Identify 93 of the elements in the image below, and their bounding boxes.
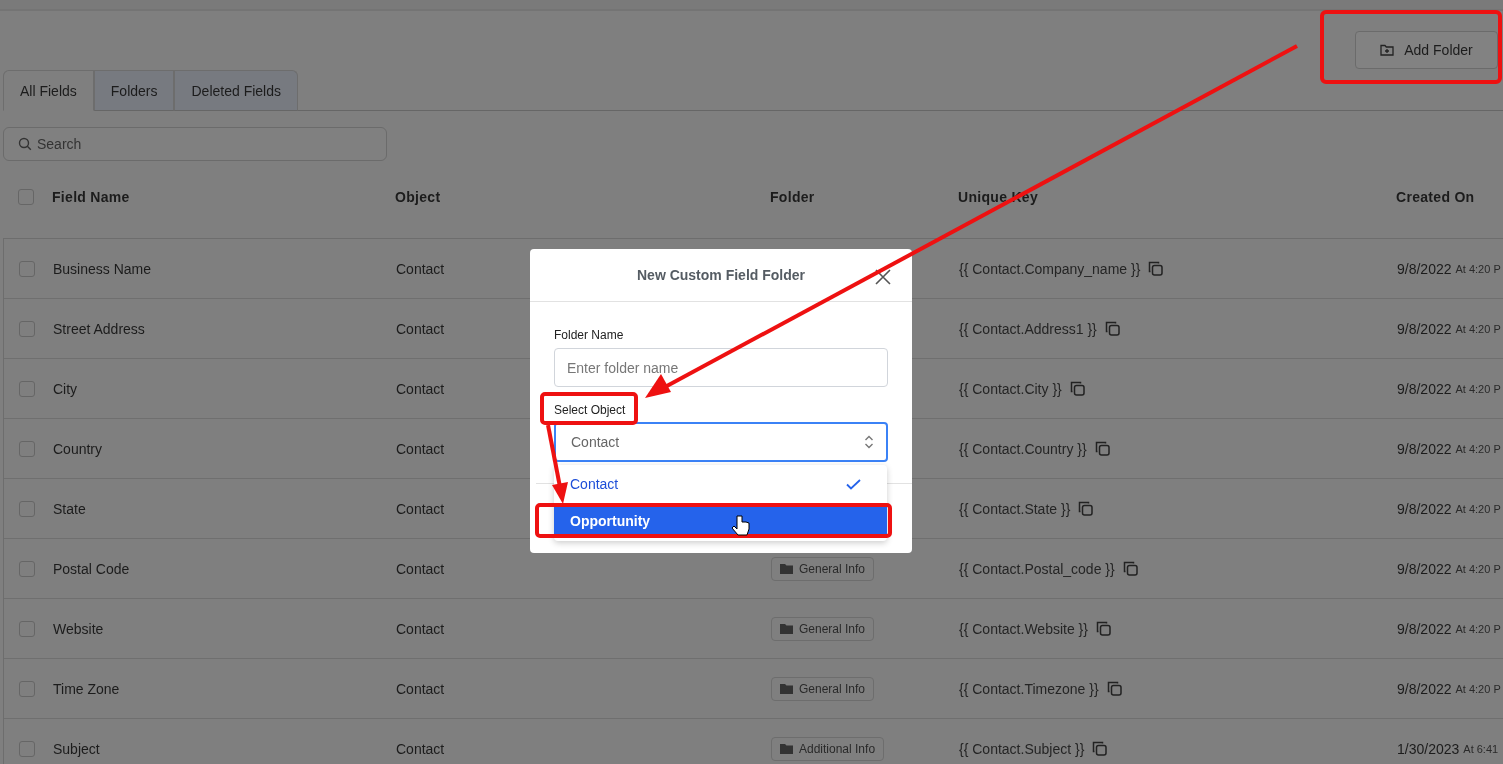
created-date: 9/8/2022 [1397, 320, 1452, 337]
created-time: At 4:20 P [1455, 502, 1501, 515]
checkbox[interactable] [18, 189, 34, 205]
field-name: City [53, 380, 78, 397]
copy-icon[interactable] [1092, 741, 1108, 756]
field-name: Postal Code [53, 560, 130, 577]
checkbox[interactable] [19, 680, 35, 697]
copy-icon[interactable] [1078, 501, 1094, 516]
column-header: Folder [770, 189, 815, 205]
unique-key: {{ Contact.City }} [959, 380, 1062, 397]
copy-icon[interactable] [1106, 681, 1122, 696]
folder-tag: Additional Info [771, 736, 885, 761]
copy-icon[interactable] [1104, 321, 1120, 336]
search-icon [18, 137, 32, 151]
created-time: At 4:20 P [1455, 562, 1501, 575]
created-time: At 4:20 P [1455, 622, 1501, 635]
folder-icon [780, 623, 793, 634]
unique-key: {{ Contact.Company_name }} [959, 260, 1141, 277]
folder-icon [780, 743, 793, 754]
copy-icon[interactable] [1095, 621, 1111, 636]
created-date: 9/8/2022 [1397, 440, 1452, 457]
tab[interactable]: Deleted Fields [174, 70, 298, 111]
folder-name-input[interactable]: Enter folder name [554, 348, 888, 387]
field-label: Select Object [554, 403, 627, 417]
checkbox[interactable] [19, 320, 35, 337]
unique-key: {{ Contact.Timezone }} [959, 680, 1099, 697]
checkbox[interactable] [19, 620, 35, 637]
object-name: Contact [396, 500, 445, 517]
checkbox[interactable] [19, 500, 35, 517]
copy-icon[interactable] [1148, 261, 1164, 276]
tab[interactable]: Folders [93, 70, 175, 111]
checkbox[interactable] [19, 440, 35, 457]
checkbox[interactable] [19, 260, 35, 277]
object-name: Contact [396, 380, 445, 397]
tab[interactable]: All Fields [3, 70, 94, 111]
created-date: 9/8/2022 [1397, 260, 1452, 277]
copy-icon[interactable] [1094, 441, 1110, 456]
field-name: State [53, 500, 86, 517]
object-select[interactable]: Contact [554, 422, 888, 462]
hand-cursor-icon [731, 515, 750, 536]
created-date: 9/8/2022 [1397, 680, 1452, 697]
column-header: Created On [1396, 189, 1475, 205]
field-name: Time Zone [53, 680, 120, 697]
field-name: Street Address [53, 320, 145, 337]
created-date: 9/8/2022 [1397, 380, 1452, 397]
object-name: Contact [396, 260, 445, 277]
folder-plus-icon [1380, 44, 1395, 56]
dialog-title: New Custom Field Folder [637, 267, 805, 283]
created-time: At 6:41 [1463, 742, 1499, 755]
chevron-updown-icon [864, 434, 874, 450]
object-name: Contact [396, 320, 445, 337]
dropdown-option[interactable]: Contact [554, 469, 887, 499]
check-icon [846, 478, 861, 490]
column-header: Object [395, 189, 441, 205]
checkbox[interactable] [19, 740, 35, 757]
object-name: Contact [396, 560, 445, 577]
unique-key: {{ Contact.Address1 }} [959, 320, 1097, 337]
created-date: 1/30/2023 [1397, 740, 1460, 757]
folder-icon [780, 563, 793, 574]
object-name: Contact [396, 680, 445, 697]
field-name: Website [53, 620, 104, 637]
object-name: Contact [396, 440, 445, 457]
field-label: Folder Name [554, 328, 625, 342]
copy-icon[interactable] [1122, 561, 1138, 576]
unique-key: {{ Contact.State }} [959, 500, 1071, 517]
search-field[interactable]: Search [3, 127, 387, 161]
created-date: 9/8/2022 [1397, 500, 1452, 517]
checkbox[interactable] [19, 380, 35, 397]
folder-tag: General Info [771, 556, 875, 581]
created-date: 9/8/2022 [1397, 560, 1452, 577]
object-name: Contact [396, 740, 445, 757]
copy-icon[interactable] [1069, 381, 1085, 396]
created-time: At 4:20 P [1455, 682, 1501, 695]
created-time: At 4:20 P [1455, 382, 1501, 395]
add-folder-button[interactable]: Add Folder [1355, 31, 1498, 69]
field-name: Country [53, 440, 103, 457]
close-icon[interactable] [875, 269, 891, 285]
column-header: Field Name [52, 189, 130, 205]
created-time: At 4:20 P [1455, 442, 1501, 455]
unique-key: {{ Contact.Subject }} [959, 740, 1085, 757]
created-time: At 4:20 P [1455, 262, 1501, 275]
folder-icon [780, 683, 793, 694]
checkbox[interactable] [19, 560, 35, 577]
field-name: Subject [53, 740, 100, 757]
unique-key: {{ Contact.Country }} [959, 440, 1087, 457]
created-time: At 4:20 P [1455, 322, 1501, 335]
unique-key: {{ Contact.Website }} [959, 620, 1088, 637]
unique-key: {{ Contact.Postal_code }} [959, 560, 1115, 577]
folder-tag: General Info [771, 676, 875, 701]
object-name: Contact [396, 620, 445, 637]
field-name: Business Name [53, 260, 152, 277]
created-date: 9/8/2022 [1397, 620, 1452, 637]
folder-tag: General Info [771, 616, 875, 641]
